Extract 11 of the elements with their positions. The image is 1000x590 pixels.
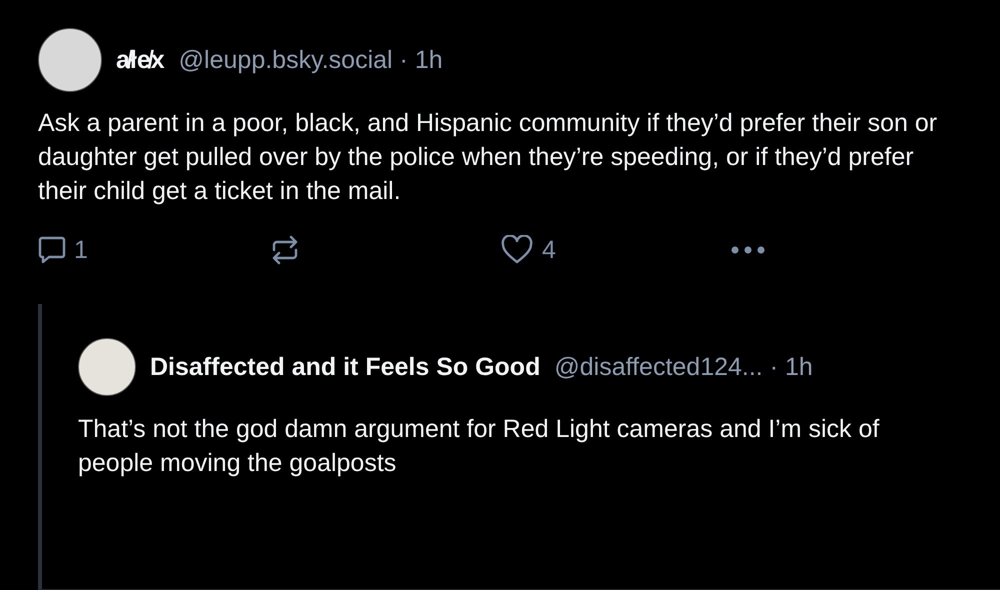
like-button[interactable]: 4: [500, 235, 731, 265]
post-meta: @disaffected124... · 1h: [554, 352, 813, 382]
reply-button[interactable]: 1: [38, 235, 269, 265]
more-icon: [731, 246, 765, 254]
post-text: That’s not the god damn argument for Red Light cameras and I’m sick of people moving the goalposts: [78, 414, 880, 479]
post-text: Ask a parent in a poor, black, and Hispanic community if they’d prefer their son or daughter get pulled over by the police when they’re speeding, or if they’d prefer their child get a ticket in the mail.: [38, 108, 938, 207]
heart-icon: [500, 235, 534, 265]
display-name[interactable]: Disaffected and it Feels So Good: [150, 352, 540, 382]
comment-icon: [38, 235, 66, 265]
post-meta: @leupp.bsky.social · 1h: [178, 46, 443, 74]
display-name[interactable]: a̸łe̸x: [116, 46, 165, 74]
